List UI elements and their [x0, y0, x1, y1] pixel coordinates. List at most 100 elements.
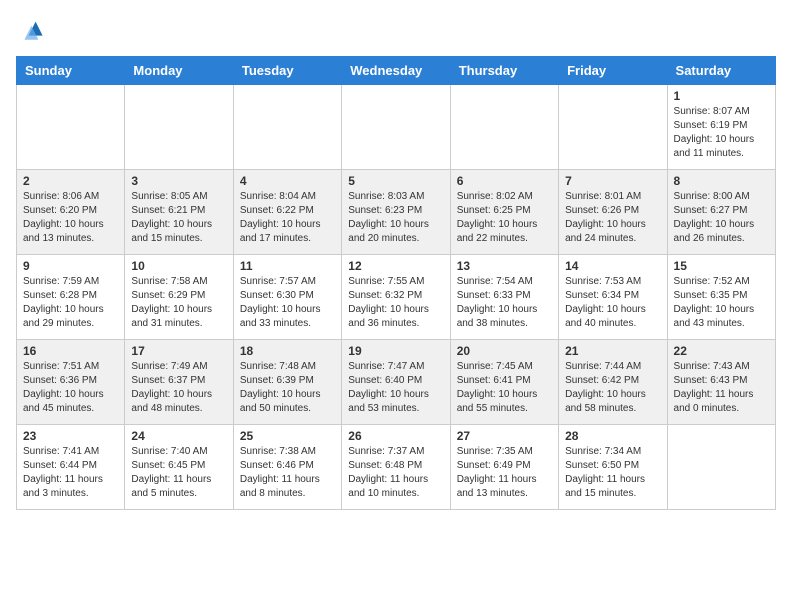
day-number: 20 — [457, 344, 552, 358]
day-info: Sunrise: 8:06 AM Sunset: 6:20 PM Dayligh… — [23, 190, 118, 246]
day-info: Sunrise: 7:53 AM Sunset: 6:34 PM Dayligh… — [565, 275, 660, 331]
calendar-header-row: SundayMondayTuesdayWednesdayThursdayFrid… — [17, 57, 776, 85]
day-info: Sunrise: 8:07 AM Sunset: 6:19 PM Dayligh… — [674, 105, 769, 161]
calendar-day-cell — [17, 85, 125, 170]
day-number: 2 — [23, 174, 118, 188]
day-info: Sunrise: 7:38 AM Sunset: 6:46 PM Dayligh… — [240, 445, 335, 501]
calendar-week-row: 9 Sunrise: 7:59 AM Sunset: 6:28 PM Daylig… — [17, 255, 776, 340]
day-number: 19 — [348, 344, 443, 358]
calendar-day-cell — [125, 85, 233, 170]
calendar-week-row: 1 Sunrise: 8:07 AM Sunset: 6:19 PM Daylig… — [17, 85, 776, 170]
calendar-day-header: Sunday — [17, 57, 125, 85]
day-number: 25 — [240, 429, 335, 443]
logo — [16, 16, 48, 44]
day-info: Sunrise: 7:54 AM Sunset: 6:33 PM Dayligh… — [457, 275, 552, 331]
day-info: Sunrise: 8:05 AM Sunset: 6:21 PM Dayligh… — [131, 190, 226, 246]
calendar-day-cell: 4 Sunrise: 8:04 AM Sunset: 6:22 PM Daylig… — [233, 170, 341, 255]
day-info: Sunrise: 7:57 AM Sunset: 6:30 PM Dayligh… — [240, 275, 335, 331]
day-number: 18 — [240, 344, 335, 358]
day-info: Sunrise: 8:03 AM Sunset: 6:23 PM Dayligh… — [348, 190, 443, 246]
calendar-day-cell — [342, 85, 450, 170]
day-number: 6 — [457, 174, 552, 188]
header — [16, 16, 776, 44]
calendar-day-cell — [233, 85, 341, 170]
logo-icon — [16, 16, 44, 44]
day-number: 11 — [240, 259, 335, 273]
day-number: 7 — [565, 174, 660, 188]
day-number: 5 — [348, 174, 443, 188]
calendar-day-header: Friday — [559, 57, 667, 85]
day-number: 28 — [565, 429, 660, 443]
calendar-day-header: Saturday — [667, 57, 775, 85]
page: SundayMondayTuesdayWednesdayThursdayFrid… — [0, 0, 792, 526]
day-info: Sunrise: 7:43 AM Sunset: 6:43 PM Dayligh… — [674, 360, 769, 416]
calendar-day-cell: 20Sunrise: 7:45 AM Sunset: 6:41 PM Dayli… — [450, 340, 558, 425]
calendar-day-cell: 7 Sunrise: 8:01 AM Sunset: 6:26 PM Daylig… — [559, 170, 667, 255]
calendar-day-cell: 18 Sunrise: 7:48 AM Sunset: 6:39 PM Dayli… — [233, 340, 341, 425]
calendar-day-cell: 8Sunrise: 8:00 AM Sunset: 6:27 PM Daylig… — [667, 170, 775, 255]
day-number: 13 — [457, 259, 552, 273]
day-number: 15 — [674, 259, 769, 273]
calendar-day-cell: 25 Sunrise: 7:38 AM Sunset: 6:46 PM Dayli… — [233, 425, 341, 510]
calendar-day-cell: 3 Sunrise: 8:05 AM Sunset: 6:21 PM Daylig… — [125, 170, 233, 255]
day-info: Sunrise: 7:48 AM Sunset: 6:39 PM Dayligh… — [240, 360, 335, 416]
day-info: Sunrise: 7:41 AM Sunset: 6:44 PM Dayligh… — [23, 445, 118, 501]
calendar-day-cell: 24 Sunrise: 7:40 AM Sunset: 6:45 PM Dayli… — [125, 425, 233, 510]
day-info: Sunrise: 7:59 AM Sunset: 6:28 PM Dayligh… — [23, 275, 118, 331]
calendar-day-cell: 11 Sunrise: 7:57 AM Sunset: 6:30 PM Dayli… — [233, 255, 341, 340]
calendar-day-cell: 12 Sunrise: 7:55 AM Sunset: 6:32 PM Dayli… — [342, 255, 450, 340]
calendar-day-header: Monday — [125, 57, 233, 85]
calendar-day-cell: 21 Sunrise: 7:44 AM Sunset: 6:42 PM Dayli… — [559, 340, 667, 425]
day-info: Sunrise: 7:52 AM Sunset: 6:35 PM Dayligh… — [674, 275, 769, 331]
calendar-day-cell: 6 Sunrise: 8:02 AM Sunset: 6:25 PM Daylig… — [450, 170, 558, 255]
calendar-day-cell: 23Sunrise: 7:41 AM Sunset: 6:44 PM Dayli… — [17, 425, 125, 510]
day-info: Sunrise: 7:34 AM Sunset: 6:50 PM Dayligh… — [565, 445, 660, 501]
calendar-day-cell: 17 Sunrise: 7:49 AM Sunset: 6:37 PM Dayli… — [125, 340, 233, 425]
day-info: Sunrise: 8:04 AM Sunset: 6:22 PM Dayligh… — [240, 190, 335, 246]
day-info: Sunrise: 7:51 AM Sunset: 6:36 PM Dayligh… — [23, 360, 118, 416]
calendar-day-cell: 28 Sunrise: 7:34 AM Sunset: 6:50 PM Dayli… — [559, 425, 667, 510]
day-info: Sunrise: 8:01 AM Sunset: 6:26 PM Dayligh… — [565, 190, 660, 246]
calendar-day-cell: 2 Sunrise: 8:06 AM Sunset: 6:20 PM Daylig… — [17, 170, 125, 255]
day-info: Sunrise: 7:49 AM Sunset: 6:37 PM Dayligh… — [131, 360, 226, 416]
day-info: Sunrise: 7:40 AM Sunset: 6:45 PM Dayligh… — [131, 445, 226, 501]
calendar-table: SundayMondayTuesdayWednesdayThursdayFrid… — [16, 56, 776, 510]
day-number: 4 — [240, 174, 335, 188]
day-info: Sunrise: 7:44 AM Sunset: 6:42 PM Dayligh… — [565, 360, 660, 416]
day-number: 10 — [131, 259, 226, 273]
day-number: 1 — [674, 89, 769, 103]
day-info: Sunrise: 7:47 AM Sunset: 6:40 PM Dayligh… — [348, 360, 443, 416]
calendar-day-cell: 9 Sunrise: 7:59 AM Sunset: 6:28 PM Daylig… — [17, 255, 125, 340]
day-info: Sunrise: 8:02 AM Sunset: 6:25 PM Dayligh… — [457, 190, 552, 246]
day-info: Sunrise: 7:37 AM Sunset: 6:48 PM Dayligh… — [348, 445, 443, 501]
calendar-week-row: 16 Sunrise: 7:51 AM Sunset: 6:36 PM Dayli… — [17, 340, 776, 425]
calendar-day-cell: 1 Sunrise: 8:07 AM Sunset: 6:19 PM Daylig… — [667, 85, 775, 170]
calendar-day-cell: 13 Sunrise: 7:54 AM Sunset: 6:33 PM Dayli… — [450, 255, 558, 340]
day-number: 27 — [457, 429, 552, 443]
day-number: 24 — [131, 429, 226, 443]
calendar-day-cell: 19 Sunrise: 7:47 AM Sunset: 6:40 PM Dayli… — [342, 340, 450, 425]
day-number: 12 — [348, 259, 443, 273]
calendar-day-cell: 26 Sunrise: 7:37 AM Sunset: 6:48 PM Dayli… — [342, 425, 450, 510]
day-info: Sunrise: 7:58 AM Sunset: 6:29 PM Dayligh… — [131, 275, 226, 331]
calendar-day-cell: 22 Sunrise: 7:43 AM Sunset: 6:43 PM Dayli… — [667, 340, 775, 425]
calendar-day-header: Tuesday — [233, 57, 341, 85]
day-number: 21 — [565, 344, 660, 358]
day-number: 17 — [131, 344, 226, 358]
day-number: 16 — [23, 344, 118, 358]
day-info: Sunrise: 7:55 AM Sunset: 6:32 PM Dayligh… — [348, 275, 443, 331]
day-number: 9 — [23, 259, 118, 273]
calendar-day-cell: 16 Sunrise: 7:51 AM Sunset: 6:36 PM Dayli… — [17, 340, 125, 425]
day-number: 14 — [565, 259, 660, 273]
calendar-week-row: 2 Sunrise: 8:06 AM Sunset: 6:20 PM Daylig… — [17, 170, 776, 255]
day-number: 3 — [131, 174, 226, 188]
calendar-day-cell — [667, 425, 775, 510]
day-number: 8 — [674, 174, 769, 188]
calendar-day-header: Wednesday — [342, 57, 450, 85]
calendar-day-cell: 10 Sunrise: 7:58 AM Sunset: 6:29 PM Dayli… — [125, 255, 233, 340]
calendar-day-cell — [450, 85, 558, 170]
day-number: 22 — [674, 344, 769, 358]
calendar-day-cell: 14 Sunrise: 7:53 AM Sunset: 6:34 PM Dayli… — [559, 255, 667, 340]
day-number: 26 — [348, 429, 443, 443]
day-info: Sunrise: 7:35 AM Sunset: 6:49 PM Dayligh… — [457, 445, 552, 501]
